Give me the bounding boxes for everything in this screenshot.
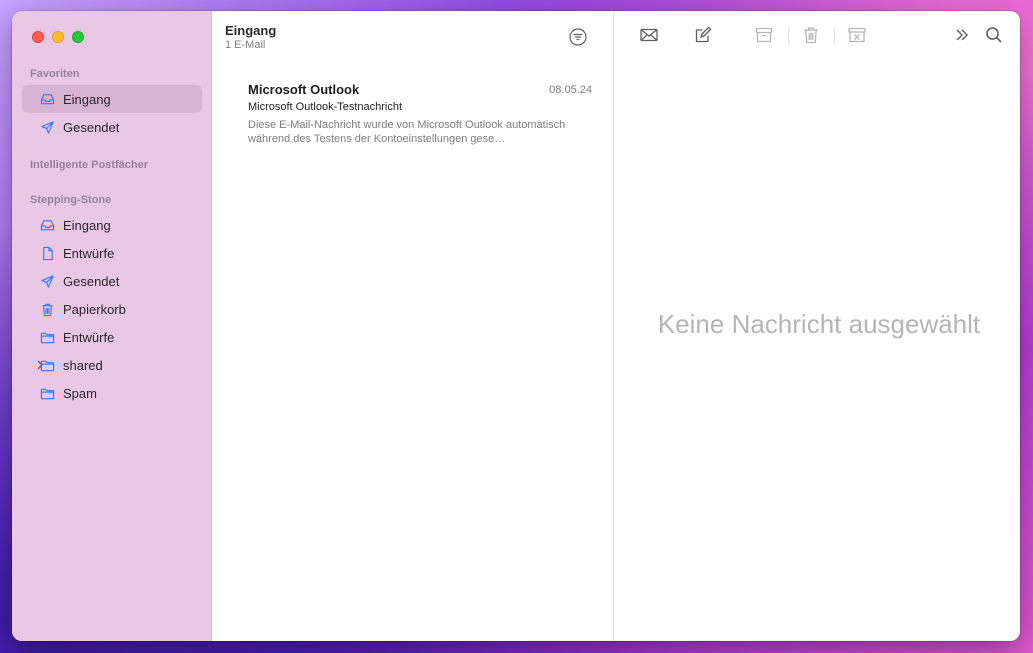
archive-icon (754, 25, 774, 50)
sidebar: Favoriten Eingang Gesendet Intelligente … (12, 11, 212, 641)
sidebar-item-inbox[interactable]: Eingang (22, 211, 202, 239)
sidebar-item-label: Gesendet (63, 119, 120, 135)
sidebar-item-label: shared (63, 357, 103, 373)
message-sender: Microsoft Outlook (248, 82, 360, 97)
document-icon (39, 245, 55, 261)
sidebar-item-label: Papierkorb (63, 301, 126, 317)
sidebar-item-label: Gesendet (63, 273, 120, 289)
junk-icon (847, 25, 867, 50)
inbox-icon (39, 217, 55, 233)
filter-button[interactable] (567, 26, 589, 48)
compose-button[interactable] (692, 26, 714, 48)
no-message-selected-text: Keine Nachricht ausgewählt (657, 309, 981, 339)
sidebar-item-label: Spam (63, 385, 97, 401)
inbox-icon (39, 91, 55, 107)
folder-icon (39, 385, 55, 401)
toolbar-divider (834, 26, 835, 46)
window-controls (32, 31, 84, 43)
sidebar-item-trash[interactable]: Papierkorb (22, 295, 202, 323)
message-date: 08.05.24 (549, 84, 592, 96)
sidebar-item-sent[interactable]: Gesendet (22, 267, 202, 295)
message-preview: Diese E-Mail-Nachricht wurde von Microso… (248, 119, 566, 145)
sidebar-item-drafts[interactable]: Entwürfe (22, 239, 202, 267)
zoom-window-button[interactable] (72, 31, 84, 43)
mailbox-title: Eingang (225, 23, 277, 38)
archive-button[interactable] (753, 26, 775, 48)
chevron-double-right-icon (952, 25, 972, 50)
delete-button[interactable] (800, 26, 822, 48)
sidebar-item-favorites-inbox[interactable]: Eingang (22, 85, 202, 113)
search-icon (984, 25, 1004, 50)
paperplane-icon (39, 119, 55, 135)
trash-icon (801, 25, 821, 50)
minimize-window-button[interactable] (52, 31, 64, 43)
section-title-account[interactable]: Stepping-Stone (30, 194, 111, 206)
sidebar-item-drafts-folder[interactable]: Entwürfe (22, 323, 202, 351)
chevron-right-icon[interactable] (35, 359, 45, 371)
sidebar-item-label: Eingang (63, 91, 111, 107)
sidebar-item-shared[interactable]: shared (22, 351, 202, 379)
section-title-smart-mailboxes[interactable]: Intelligente Postfächer (30, 159, 148, 171)
reading-pane: Keine Nachricht ausgewählt (614, 11, 1020, 641)
filter-icon (567, 28, 589, 52)
compose-icon (693, 25, 713, 50)
list-item[interactable]: Microsoft Outlook 08.05.24 Microsoft Out… (239, 81, 594, 151)
toolbar-divider (788, 26, 789, 46)
more-toolbar-button[interactable] (951, 26, 973, 48)
section-title-favorites[interactable]: Favoriten (30, 68, 80, 80)
envelope-icon (639, 25, 659, 50)
mail-window: Favoriten Eingang Gesendet Intelligente … (12, 11, 1020, 641)
message-count: 1 E-Mail (225, 39, 266, 51)
sidebar-item-label: Entwürfe (63, 329, 115, 345)
message-list: Eingang 1 E-Mail Microsoft Outlook 08.05… (212, 11, 614, 641)
sidebar-item-spam[interactable]: Spam (22, 379, 202, 407)
close-window-button[interactable] (32, 31, 44, 43)
message-subject: Microsoft Outlook-Testnachricht (248, 101, 403, 113)
paperplane-icon (39, 273, 55, 289)
search-button[interactable] (983, 26, 1005, 48)
trash-icon (39, 301, 55, 317)
sidebar-item-label: Eingang (63, 217, 111, 233)
sidebar-item-label: Entwürfe (63, 245, 115, 261)
junk-button[interactable] (846, 26, 868, 48)
folder-icon (39, 329, 55, 345)
sidebar-item-favorites-sent[interactable]: Gesendet (22, 113, 202, 141)
get-mail-button[interactable] (638, 26, 660, 48)
